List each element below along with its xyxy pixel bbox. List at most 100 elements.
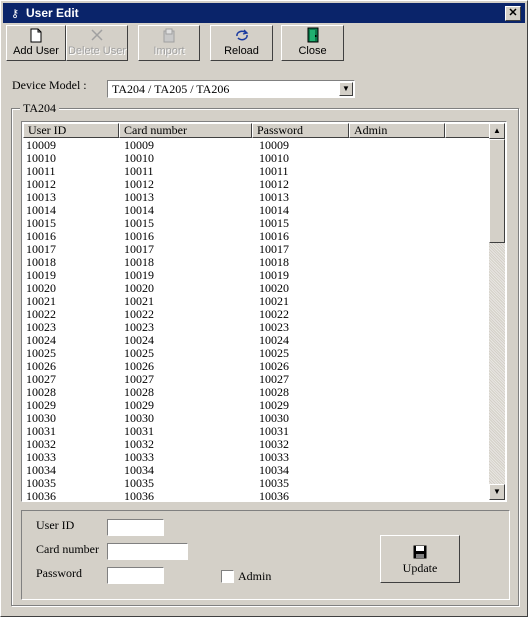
table-row[interactable]: 10029 10029 10029 xyxy=(24,399,490,412)
table-cell xyxy=(356,308,454,321)
table-row[interactable]: 10019 10019 10019 xyxy=(24,269,490,282)
delete-user-label: Delete User xyxy=(67,45,127,57)
table-cell xyxy=(356,243,454,256)
column-header-user-id[interactable]: User ID xyxy=(23,123,119,138)
column-header-empty xyxy=(445,123,490,138)
import-label: Import xyxy=(153,45,185,57)
column-header-password[interactable]: Password xyxy=(252,123,349,138)
table-cell xyxy=(356,191,454,204)
table-cell xyxy=(356,412,454,425)
table-row[interactable]: 10026 10026 10026 xyxy=(24,360,490,373)
add-user-button[interactable]: Add User xyxy=(6,25,66,61)
table-cell xyxy=(356,425,454,438)
user-id-label: User ID xyxy=(36,518,75,532)
add-user-label: Add User xyxy=(13,45,59,57)
table-row[interactable]: 10013 10013 10013 xyxy=(24,191,490,204)
table-cell xyxy=(356,152,454,165)
table-row[interactable]: 10025 10025 10025 xyxy=(24,347,490,360)
table-cell xyxy=(356,321,454,334)
title-bar: ⚷ User Edit ✕ xyxy=(3,3,525,23)
window-close-button[interactable]: ✕ xyxy=(505,6,521,21)
table-row[interactable]: 10015 10015 10015 xyxy=(24,217,490,230)
table-row[interactable]: 10036 10036 10036 xyxy=(24,490,490,502)
scroll-down-icon[interactable]: ▼ xyxy=(489,484,505,500)
user-list[interactable]: User ID Card number Password Admin 10009… xyxy=(21,121,507,502)
table-cell xyxy=(356,399,454,412)
table-cell xyxy=(356,347,454,360)
user-id-field[interactable] xyxy=(107,519,164,536)
table-cell xyxy=(356,464,454,477)
table-cell xyxy=(356,334,454,347)
table-cell: 10036 xyxy=(124,489,154,502)
table-row[interactable]: 10018 10018 10018 xyxy=(24,256,490,269)
table-cell xyxy=(356,438,454,451)
toolbar: Add User Delete User Import Reload Close xyxy=(6,25,344,63)
table-cell xyxy=(356,217,454,230)
table-cell xyxy=(356,230,454,243)
scroll-thumb[interactable] xyxy=(489,139,505,243)
column-header-card-number[interactable]: Card number xyxy=(119,123,252,138)
table-row[interactable]: 10009 10009 10009 xyxy=(24,139,490,152)
table-row[interactable]: 10021 10021 10021 xyxy=(24,295,490,308)
reload-icon xyxy=(234,27,250,43)
table-row[interactable]: 10033 10033 10033 xyxy=(24,451,490,464)
table-cell xyxy=(356,477,454,490)
table-cell xyxy=(356,165,454,178)
table-row[interactable]: 10032 10032 10032 xyxy=(24,438,490,451)
table-row[interactable]: 10017 10017 10017 xyxy=(24,243,490,256)
device-model-label: Device Model : xyxy=(12,78,87,92)
delete-x-icon xyxy=(90,27,104,43)
update-label: Update xyxy=(402,560,438,575)
table-cell: 10036 xyxy=(26,489,56,502)
scroll-up-icon[interactable]: ▲ xyxy=(489,123,505,139)
admin-checkbox[interactable] xyxy=(221,570,234,583)
update-button[interactable]: Update xyxy=(380,535,460,583)
table-row[interactable]: 10012 10012 10012 xyxy=(24,178,490,191)
table-row[interactable]: 10022 10022 10022 xyxy=(24,308,490,321)
app-key-icon: ⚷ xyxy=(10,7,20,20)
table-row[interactable]: 10024 10024 10024 xyxy=(24,334,490,347)
column-header-admin[interactable]: Admin xyxy=(349,123,445,138)
table-cell xyxy=(356,256,454,269)
floppy-disk-icon xyxy=(413,543,427,561)
table-row[interactable]: 10020 10020 10020 xyxy=(24,282,490,295)
table-row[interactable]: 10028 10028 10028 xyxy=(24,386,490,399)
table-cell xyxy=(356,490,454,501)
card-number-field[interactable] xyxy=(107,543,188,560)
table-cell xyxy=(356,204,454,217)
chevron-down-icon[interactable]: ▼ xyxy=(339,82,353,96)
password-label: Password xyxy=(36,566,83,580)
table-row[interactable]: 10031 10031 10031 xyxy=(24,425,490,438)
new-document-icon xyxy=(30,27,42,43)
delete-user-button[interactable]: Delete User xyxy=(66,25,128,61)
door-exit-icon xyxy=(306,27,320,43)
table-row[interactable]: 10023 10023 10023 xyxy=(24,321,490,334)
table-cell xyxy=(356,360,454,373)
table-row[interactable]: 10011 10011 10011 xyxy=(24,165,490,178)
list-header: User ID Card number Password Admin xyxy=(23,123,490,138)
table-cell: 10036 xyxy=(259,489,289,502)
device-model-select[interactable]: TA204 / TA205 / TA206 ▼ xyxy=(107,80,355,98)
table-cell xyxy=(356,295,454,308)
close-button[interactable]: Close xyxy=(281,25,344,61)
table-row[interactable]: 10016 10016 10016 xyxy=(24,230,490,243)
close-label: Close xyxy=(298,45,327,57)
import-button[interactable]: Import xyxy=(138,25,200,61)
vertical-scrollbar[interactable]: ▲ ▼ xyxy=(489,123,505,500)
table-cell xyxy=(356,386,454,399)
table-row[interactable]: 10030 10030 10030 xyxy=(24,412,490,425)
table-row[interactable]: 10034 10034 10034 xyxy=(24,464,490,477)
table-cell xyxy=(356,282,454,295)
table-row[interactable]: 10014 10014 10014 xyxy=(24,204,490,217)
admin-label: Admin xyxy=(238,569,272,583)
password-field[interactable] xyxy=(107,567,164,584)
card-number-label: Card number xyxy=(36,542,99,556)
table-row[interactable]: 10010 10010 10010 xyxy=(24,152,490,165)
import-icon xyxy=(161,27,177,43)
table-cell xyxy=(356,178,454,191)
table-row[interactable]: 10027 10027 10027 xyxy=(24,373,490,386)
reload-button[interactable]: Reload xyxy=(210,25,273,61)
table-row[interactable]: 10035 10035 10035 xyxy=(24,477,490,490)
table-cell xyxy=(356,269,454,282)
group-label: TA204 xyxy=(20,101,60,116)
